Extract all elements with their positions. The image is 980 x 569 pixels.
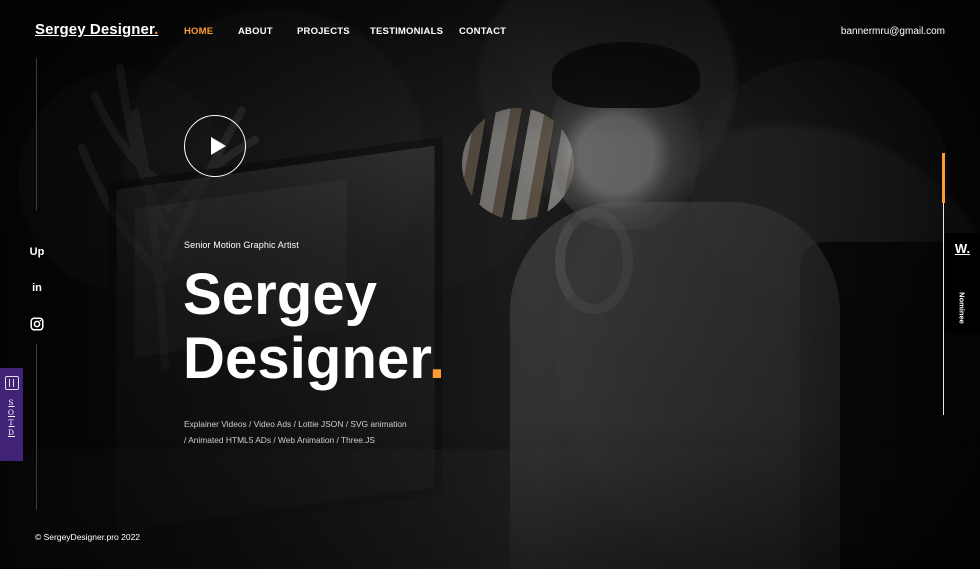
play-video-button[interactable] [184, 115, 246, 177]
nav-testimonials-link[interactable]: TESTIMONIALS [370, 26, 443, 37]
hero-title-first-line: Sergey [183, 262, 378, 327]
hero-title-accent-dot: . [428, 326, 446, 391]
awwwards-nominee-badge[interactable]: W. Nominee [945, 233, 980, 333]
instagram-icon-graphic [30, 317, 44, 331]
upwork-icon[interactable]: Up [25, 243, 49, 261]
nav-about-link[interactable]: ABOUT [238, 26, 273, 37]
nav-home-link[interactable]: HOME [184, 26, 213, 37]
brand-name: Sergey Designer [35, 21, 155, 38]
left-vertical-divider [36, 58, 37, 210]
hero-title-second-word: Designer [183, 326, 429, 391]
play-icon [211, 137, 226, 155]
nav-projects-link[interactable]: PROJECTS [297, 26, 350, 37]
top-navigation: Sergey Designer. HOME ABOUT PROJECTS TES… [0, 0, 980, 64]
hero-title: Sergey Designer. [183, 263, 445, 391]
sotd-icon [4, 376, 19, 390]
sotd-label: SOTD [7, 398, 16, 437]
nominee-label: Nominee [957, 292, 967, 324]
hero-image-overlay [0, 0, 980, 569]
awwwards-w-icon: W. [954, 241, 971, 256]
services-list: Explainer Videos / Video Ads / Lottie JS… [184, 419, 407, 446]
portfolio-hero-page: Sergey Designer. HOME ABOUT PROJECTS TES… [0, 0, 980, 569]
hero-role-label: Senior Motion Graphic Artist [184, 240, 299, 250]
linkedin-icon[interactable]: in [25, 279, 49, 297]
social-links: Up in [25, 243, 49, 351]
left-vertical-divider [36, 344, 37, 510]
brand-accent-dot: . [154, 21, 159, 38]
brand-link[interactable]: Sergey Designer. [35, 21, 158, 38]
sotd-badge[interactable]: SOTD [0, 368, 23, 461]
instagram-icon[interactable] [25, 315, 49, 333]
right-progress-line [942, 153, 945, 415]
nav-contact-link[interactable]: CONTACT [459, 26, 506, 37]
email-link[interactable]: bannermru@gmail.com [841, 26, 945, 37]
hero-title-second-line: Designer. [183, 327, 445, 391]
copyright-text: © SergeyDesigner.pro 2022 [35, 532, 141, 542]
